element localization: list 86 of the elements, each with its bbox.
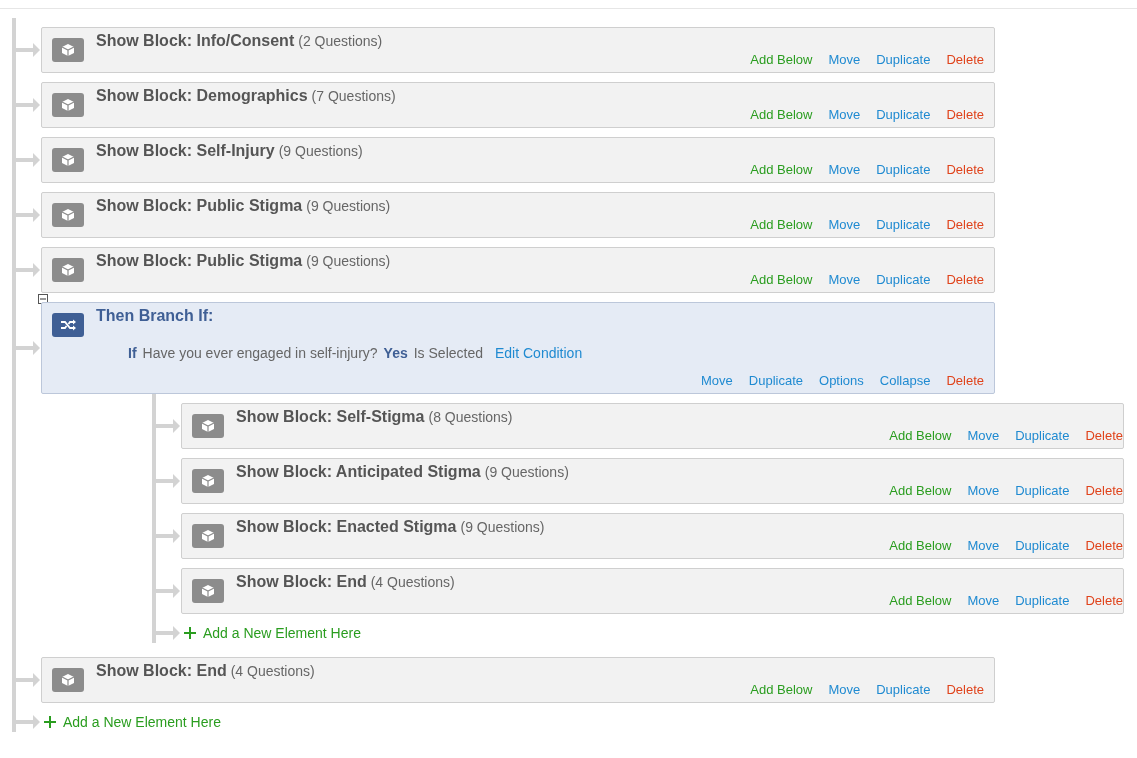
action-link[interactable]: Move bbox=[828, 682, 861, 697]
branch-title: Then Branch If: bbox=[96, 307, 214, 325]
cube-icon bbox=[192, 414, 224, 438]
action-link[interactable]: Add Below bbox=[889, 538, 952, 553]
action-link[interactable]: Move bbox=[967, 428, 1000, 443]
action-link[interactable]: Duplicate bbox=[1015, 428, 1070, 443]
cube-icon bbox=[52, 258, 84, 282]
block-title: Show Block: Anticipated Stigma bbox=[236, 463, 481, 481]
action-link[interactable]: Move bbox=[828, 272, 861, 287]
cube-icon bbox=[52, 203, 84, 227]
action-link[interactable]: Duplicate bbox=[876, 52, 931, 67]
cube-icon bbox=[192, 469, 224, 493]
block-title: Show Block: End bbox=[236, 573, 367, 591]
question-count: (9 Questions) bbox=[306, 253, 391, 269]
action-link[interactable]: Duplicate bbox=[1015, 483, 1070, 498]
action-link[interactable]: Delete bbox=[946, 373, 984, 388]
action-link[interactable]: Move bbox=[828, 217, 861, 232]
action-link[interactable]: Move bbox=[967, 593, 1000, 608]
add-element-link[interactable]: Add a New Element Here bbox=[63, 714, 221, 730]
condition-operator: Is Selected bbox=[413, 345, 483, 361]
action-link[interactable]: Duplicate bbox=[1015, 538, 1070, 553]
action-link[interactable]: Duplicate bbox=[876, 162, 931, 177]
plus-icon[interactable] bbox=[184, 627, 196, 639]
question-count: (2 Questions) bbox=[298, 33, 383, 49]
question-count: (8 Questions) bbox=[428, 409, 513, 425]
action-link[interactable]: Delete bbox=[946, 162, 984, 177]
action-link[interactable]: Delete bbox=[1085, 428, 1123, 443]
block-title: Show Block: Public Stigma bbox=[96, 252, 303, 270]
action-link[interactable]: Duplicate bbox=[876, 272, 931, 287]
action-link[interactable]: Delete bbox=[946, 107, 984, 122]
action-link[interactable]: Add Below bbox=[750, 272, 813, 287]
action-link[interactable]: Delete bbox=[1085, 538, 1123, 553]
action-link[interactable]: Delete bbox=[1085, 593, 1123, 608]
action-link[interactable]: Add Below bbox=[750, 682, 813, 697]
action-link[interactable]: Add Below bbox=[750, 217, 813, 232]
action-link[interactable]: Delete bbox=[946, 682, 984, 697]
action-link[interactable]: Move bbox=[701, 373, 733, 388]
cube-icon bbox=[52, 38, 84, 62]
block-title: Show Block: Self-Stigma bbox=[236, 408, 425, 426]
action-link[interactable]: Delete bbox=[946, 272, 984, 287]
block-title: Show Block: Info/Consent bbox=[96, 32, 295, 50]
action-link[interactable]: Options bbox=[819, 373, 864, 388]
block-title: Show Block: Self-Injury bbox=[96, 142, 275, 160]
action-link[interactable]: Add Below bbox=[889, 428, 952, 443]
question-count: (9 Questions) bbox=[484, 464, 569, 480]
block-title: Show Block: End bbox=[96, 662, 227, 680]
action-link[interactable]: Move bbox=[828, 107, 861, 122]
condition-question: Have you ever engaged in self-injury? bbox=[142, 345, 378, 361]
action-link[interactable]: Add Below bbox=[889, 593, 952, 608]
condition-answer: Yes bbox=[383, 345, 408, 361]
block-title: Show Block: Public Stigma bbox=[96, 197, 303, 215]
action-link[interactable]: Duplicate bbox=[876, 107, 931, 122]
action-link[interactable]: Duplicate bbox=[748, 373, 803, 388]
action-link[interactable]: Delete bbox=[946, 52, 984, 67]
action-link[interactable]: Duplicate bbox=[876, 217, 931, 232]
action-link[interactable]: Duplicate bbox=[876, 682, 931, 697]
cube-icon bbox=[52, 93, 84, 117]
block-title: Show Block: Enacted Stigma bbox=[236, 518, 457, 536]
cube-icon bbox=[52, 148, 84, 172]
question-count: (9 Questions) bbox=[278, 143, 363, 159]
add-element-link[interactable]: Add a New Element Here bbox=[203, 625, 361, 641]
question-count: (7 Questions) bbox=[311, 88, 396, 104]
cube-icon bbox=[52, 668, 84, 692]
action-link[interactable]: Add Below bbox=[889, 483, 952, 498]
action-link[interactable]: Move bbox=[828, 162, 861, 177]
action-link[interactable]: Collapse bbox=[879, 373, 931, 388]
cube-icon bbox=[192, 579, 224, 603]
action-link[interactable]: Add Below bbox=[750, 162, 813, 177]
action-link[interactable]: Add Below bbox=[750, 107, 813, 122]
action-link[interactable]: Move bbox=[967, 538, 1000, 553]
action-link[interactable]: Add Below bbox=[750, 52, 813, 67]
question-count: (4 Questions) bbox=[370, 574, 455, 590]
edit-condition-link[interactable]: Edit Condition bbox=[495, 345, 583, 361]
action-link[interactable]: Delete bbox=[1085, 483, 1123, 498]
action-link[interactable]: Move bbox=[967, 483, 1000, 498]
cube-icon bbox=[192, 524, 224, 548]
question-count: (4 Questions) bbox=[230, 663, 315, 679]
if-label: If bbox=[128, 345, 137, 361]
question-count: (9 Questions) bbox=[306, 198, 391, 214]
plus-icon[interactable] bbox=[44, 716, 56, 728]
block-title: Show Block: Demographics bbox=[96, 87, 308, 105]
action-link[interactable]: Delete bbox=[946, 217, 984, 232]
shuffle-icon bbox=[52, 313, 84, 337]
action-link[interactable]: Move bbox=[828, 52, 861, 67]
question-count: (9 Questions) bbox=[460, 519, 545, 535]
action-link[interactable]: Duplicate bbox=[1015, 593, 1070, 608]
